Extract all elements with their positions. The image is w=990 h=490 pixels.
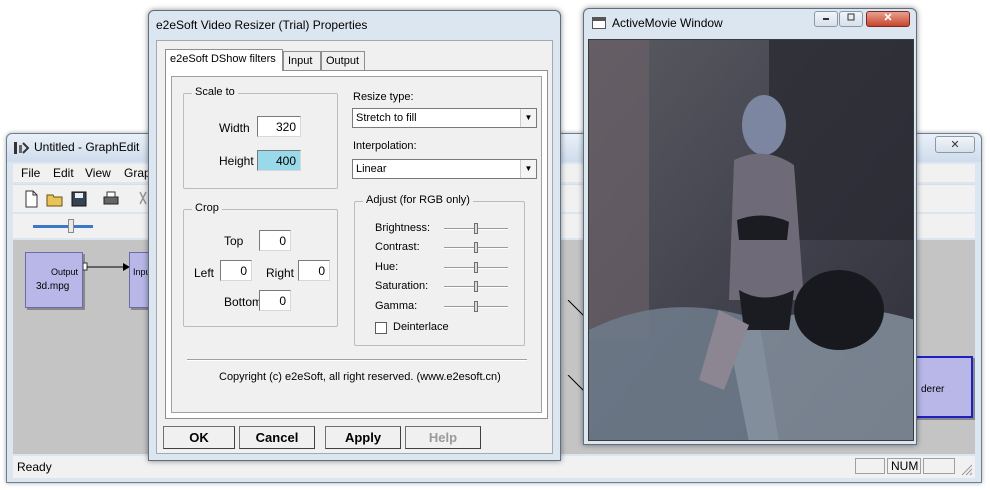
filter-source-name: 3d.mpg (36, 281, 70, 292)
saturation-label: Saturation: (375, 280, 429, 292)
status-text: Ready (17, 460, 52, 474)
saturation-slider[interactable] (444, 281, 508, 293)
menu-graph[interactable]: Grap (124, 166, 151, 180)
resize-type-label: Resize type: (353, 91, 414, 103)
resize-grip-icon[interactable] (959, 462, 973, 476)
tab-output[interactable]: Output (321, 51, 365, 71)
divider (187, 359, 527, 361)
adjust-group-label: Adjust (for RGB only) (363, 194, 473, 206)
activemovie-title: ActiveMovie Window (612, 16, 723, 30)
status-indicator-num: NUM (887, 458, 921, 474)
scale-group-label: Scale to (192, 86, 238, 98)
window-title: Untitled - GraphEdit (34, 140, 140, 154)
contrast-label: Contrast: (375, 241, 420, 253)
crop-bottom-label: Bottom (224, 295, 263, 309)
cancel-button[interactable]: Cancel (239, 426, 315, 449)
open-folder-icon[interactable] (45, 189, 65, 209)
tab-input[interactable]: Input (283, 51, 321, 71)
interpolation-value: Linear (356, 163, 387, 175)
height-field[interactable]: 400 (257, 150, 301, 171)
minimize-button[interactable] (814, 11, 838, 27)
save-icon[interactable] (69, 189, 89, 209)
dialog-title: e2eSoft Video Resizer (Trial) Properties (156, 18, 368, 32)
crop-top-field[interactable]: 0 (259, 230, 291, 251)
maximize-icon (847, 13, 855, 21)
copyright-text: Copyright (c) e2eSoft, all right reserve… (219, 371, 501, 383)
brightness-slider[interactable] (444, 223, 508, 235)
gamma-slider[interactable] (444, 301, 508, 313)
maximize-button[interactable] (839, 11, 863, 27)
print-icon[interactable] (101, 189, 121, 209)
properties-dialog: e2eSoft Video Resizer (Trial) Properties… (148, 10, 561, 461)
slider-thumb[interactable] (474, 242, 478, 253)
slider-thumb[interactable] (474, 262, 478, 273)
status-indicator-3 (923, 458, 955, 474)
dialog-body: e2eSoft DShow filters Input Output Scale… (156, 40, 553, 454)
contrast-slider[interactable] (444, 242, 508, 254)
status-indicator-1 (855, 458, 885, 474)
seek-thumb[interactable] (68, 219, 74, 233)
scale-group: Scale to Width 320 Height 400 (183, 86, 338, 189)
crop-right-field[interactable]: 0 (298, 260, 330, 281)
resize-type-select[interactable]: Stretch to fill ▼ (352, 108, 537, 128)
seek-track[interactable] (33, 225, 93, 228)
window-icon (592, 17, 606, 29)
menu-view[interactable]: View (85, 166, 111, 180)
apply-button[interactable]: Apply (325, 426, 401, 449)
crop-group-label: Crop (192, 202, 222, 214)
video-frame (588, 39, 914, 441)
help-button[interactable]: Help (405, 426, 481, 449)
gamma-label: Gamma: (375, 300, 418, 312)
minimize-icon (823, 18, 829, 20)
crop-bottom-field[interactable]: 0 (259, 290, 291, 311)
width-label: Width (219, 121, 250, 135)
slider-thumb[interactable] (474, 301, 478, 312)
resize-type-value: Stretch to fill (356, 112, 417, 124)
ok-button[interactable]: OK (163, 426, 235, 449)
graphedit-app-icon (14, 142, 29, 154)
brightness-label: Brightness: (375, 222, 431, 234)
crop-top-label: Top (224, 234, 244, 248)
crop-left-field[interactable]: 0 (220, 260, 252, 281)
crop-right-label: Right (266, 266, 295, 280)
tab-dshow-filters[interactable]: e2eSoft DShow filters (165, 49, 283, 71)
video-frame-image (589, 40, 913, 440)
activemovie-window: ActiveMovie Window (583, 8, 917, 445)
slider-thumb[interactable] (474, 223, 478, 234)
interpolation-select[interactable]: Linear ▼ (352, 159, 537, 179)
interpolation-label: Interpolation: (353, 140, 417, 152)
new-file-icon[interactable] (21, 189, 41, 209)
close-icon (884, 13, 892, 21)
deinterlace-label: Deinterlace (393, 321, 449, 333)
menu-file[interactable]: File (21, 166, 40, 180)
close-button[interactable] (866, 11, 910, 27)
close-button[interactable]: ✕ (935, 136, 975, 153)
chevron-down-icon[interactable]: ▼ (520, 160, 536, 178)
hue-slider[interactable] (444, 262, 508, 274)
hue-label: Hue: (375, 261, 399, 273)
tab-panel: Scale to Width 320 Height 400 Crop Top 0… (165, 70, 548, 419)
tab-inner: Scale to Width 320 Height 400 Crop Top 0… (171, 76, 542, 413)
crop-left-label: Left (194, 266, 215, 280)
slider-thumb[interactable] (474, 281, 478, 292)
filter-source[interactable]: Output 3d.mpg (25, 252, 83, 308)
connection-arrow (83, 262, 130, 271)
menu-edit[interactable]: Edit (53, 166, 74, 180)
deinterlace-checkbox[interactable] (375, 322, 387, 334)
pin-output-label: Output (50, 267, 78, 277)
crop-group: Crop Top 0 Left 0 Right 0 Bottom 0 (183, 202, 338, 327)
chevron-down-icon[interactable]: ▼ (520, 109, 536, 127)
height-label: Height (219, 154, 254, 168)
width-field[interactable]: 320 (257, 116, 301, 137)
renderer-label: derer (921, 384, 945, 395)
adjust-group: Adjust (for RGB only) Brightness: Contra… (354, 194, 525, 346)
